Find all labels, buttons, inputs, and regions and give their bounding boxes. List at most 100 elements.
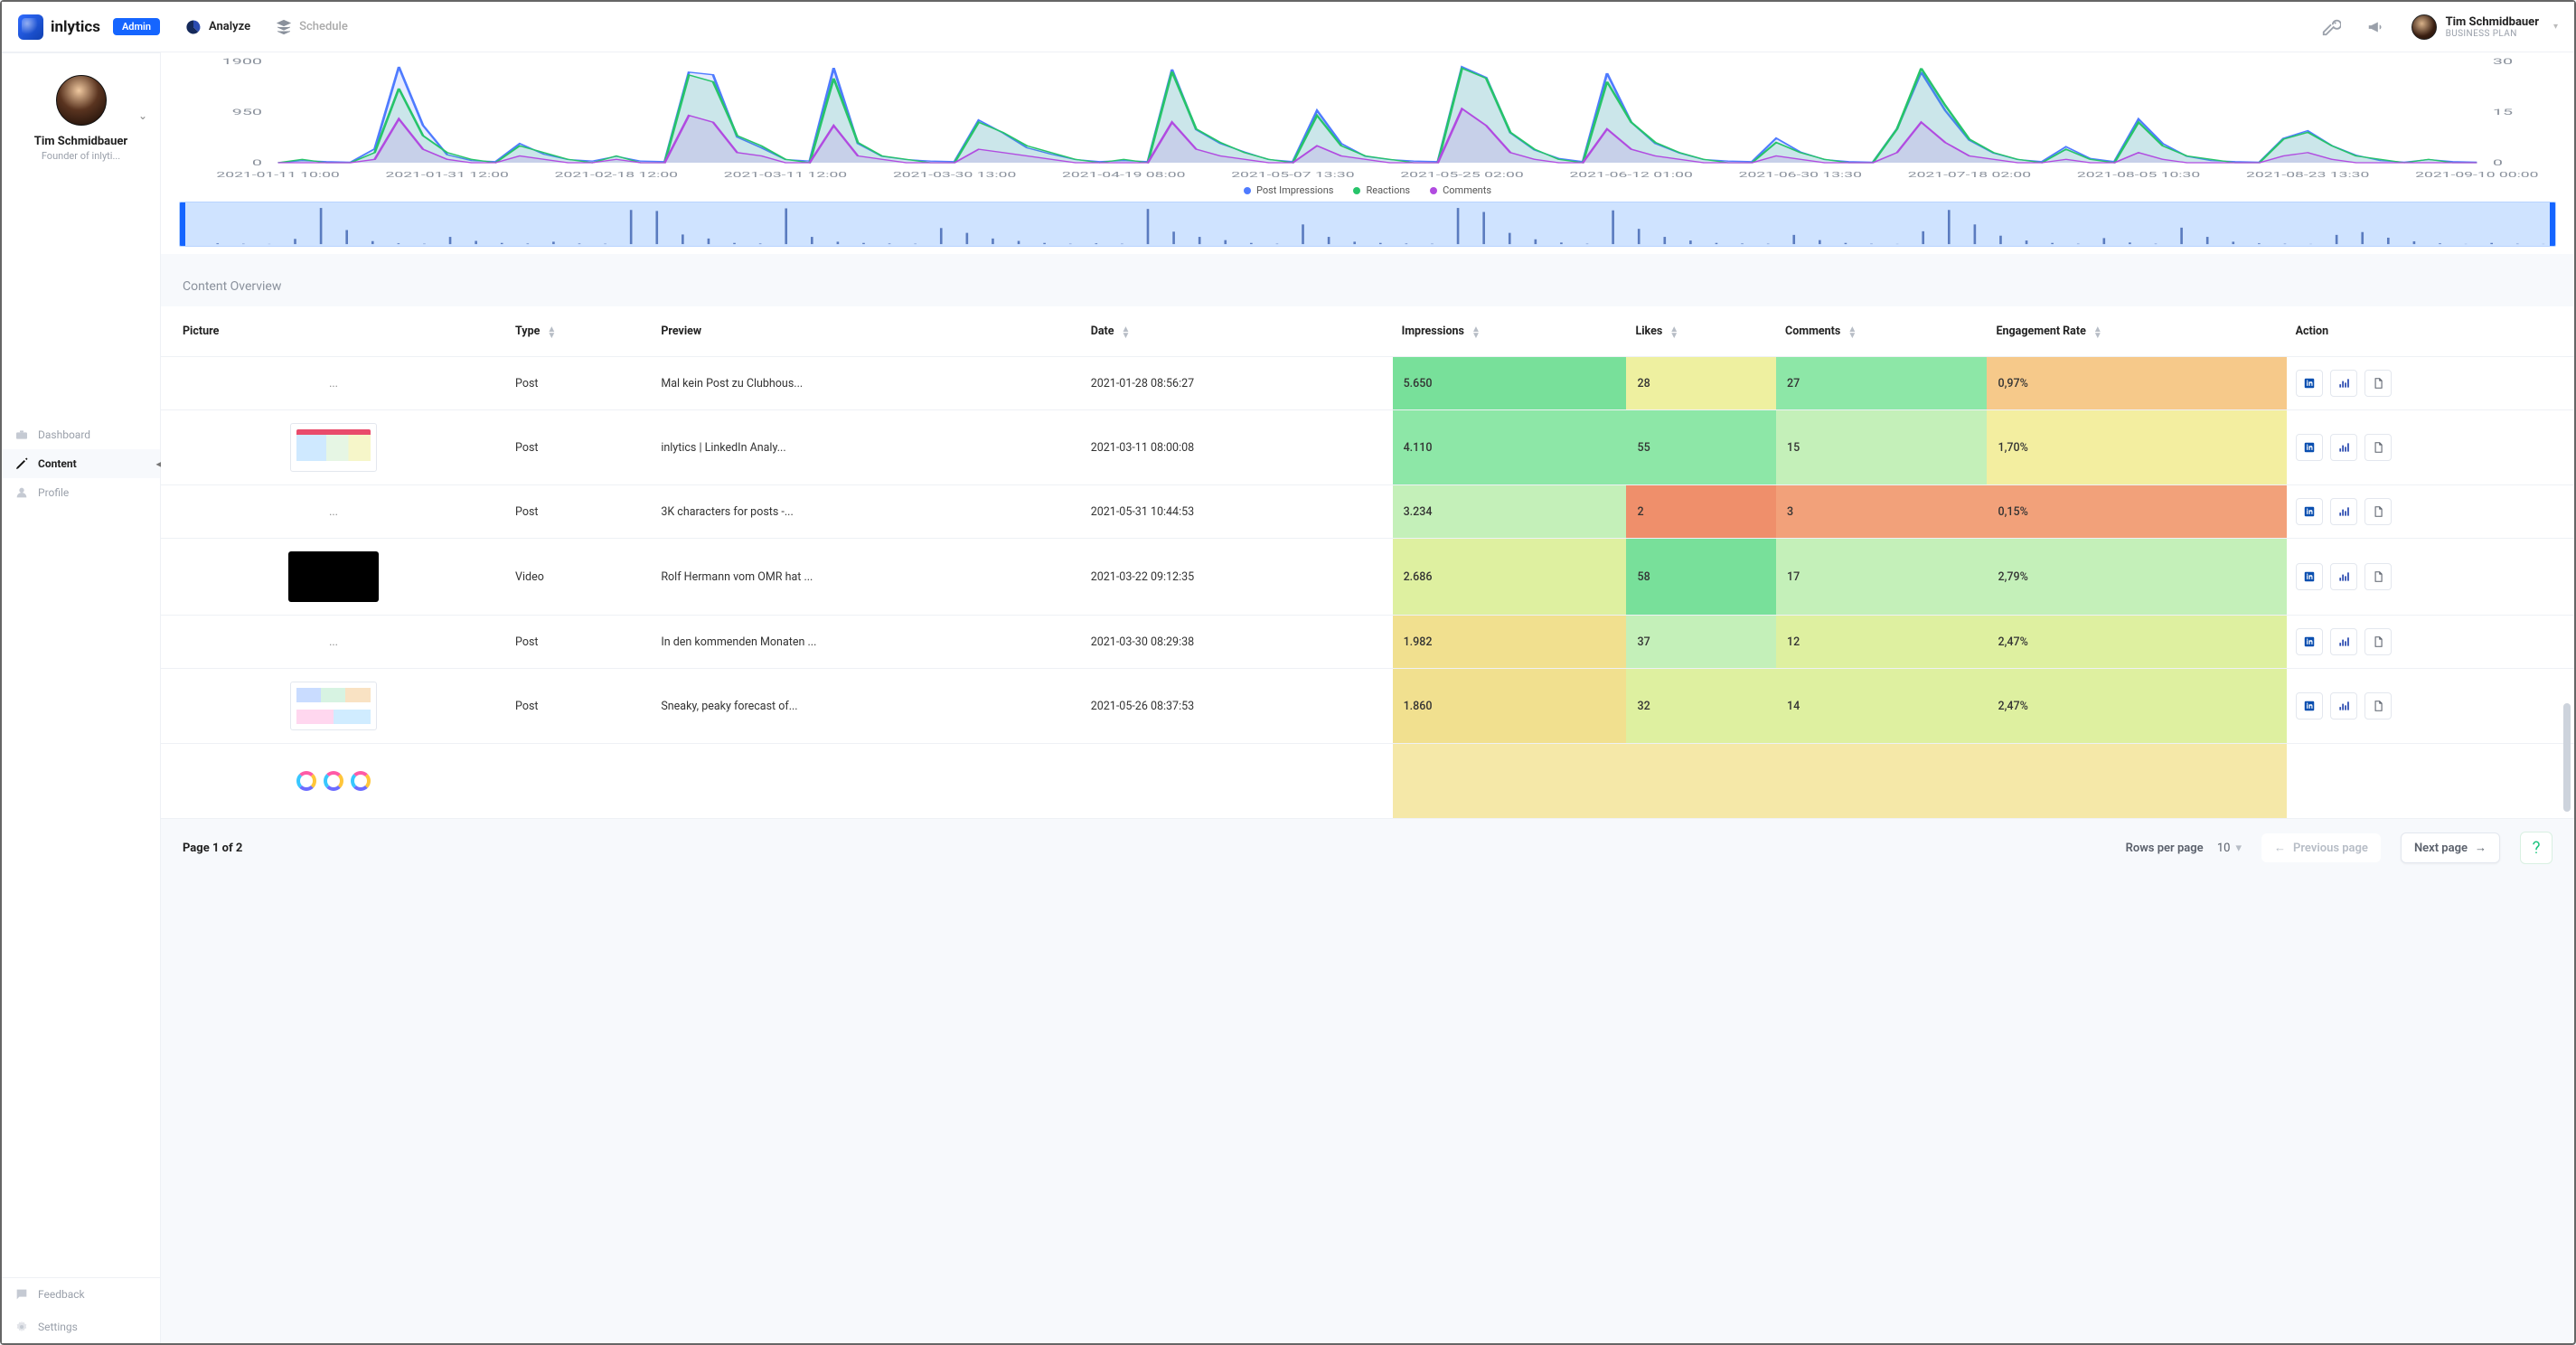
stats-button[interactable]	[2330, 434, 2357, 461]
cell-likes: 32	[1626, 669, 1776, 744]
table-row[interactable]: VideoRolf Hermann vom OMR hat ...2021-03…	[161, 539, 2574, 616]
key-icon[interactable]	[2321, 17, 2341, 37]
range-minimap	[180, 202, 2555, 246]
sidebar-label: Settings	[38, 1321, 78, 1333]
th-engagement[interactable]: Engagement Rate	[1987, 306, 2286, 357]
cell-likes: 55	[1626, 410, 1776, 485]
cell-type: Post	[506, 410, 652, 485]
timeline-chart: 09501900015302021-01-11 10:002021-01-31 …	[161, 52, 2574, 254]
scrollbar[interactable]	[2563, 107, 2571, 1334]
main: 09501900015302021-01-11 10:002021-01-31 …	[161, 52, 2574, 1343]
user-menu[interactable]: Tim Schmidbauer BUSINESS PLAN ▾	[2411, 14, 2558, 40]
sidebar-item-dashboard[interactable]: Dashboard	[2, 420, 160, 449]
cell-date: 2021-03-30 08:29:38	[1082, 616, 1393, 669]
help-button[interactable]	[2520, 832, 2552, 864]
sort-icon[interactable]	[1122, 326, 1131, 339]
stats-button[interactable]	[2330, 563, 2357, 590]
th-date[interactable]: Date	[1082, 306, 1393, 357]
legend-comments[interactable]: Comments	[1430, 184, 1491, 196]
scrollbar-thumb[interactable]	[2563, 703, 2571, 812]
stats-button[interactable]	[2330, 628, 2357, 655]
stats-button[interactable]	[2330, 370, 2357, 397]
linkedin-button[interactable]	[2296, 563, 2323, 590]
svg-text:2021-08-05 10:30: 2021-08-05 10:30	[2077, 171, 2200, 179]
sidebar-item-content[interactable]: Content	[2, 449, 160, 478]
cell-date: 2021-05-31 10:44:53	[1082, 485, 1393, 539]
cell-date: 2021-03-11 08:00:08	[1082, 410, 1393, 485]
table-row[interactable]: Postinlytics | LinkedIn Analy...2021-03-…	[161, 410, 2574, 485]
file-button[interactable]	[2364, 628, 2392, 655]
th-type[interactable]: Type	[506, 306, 652, 357]
svg-text:2021-07-18 02:00: 2021-07-18 02:00	[1908, 171, 2031, 179]
svg-text:2021-02-18 12:00: 2021-02-18 12:00	[555, 171, 678, 179]
cell-impressions: 3.234	[1393, 485, 1627, 539]
cell-engagement: 2,47%	[1987, 616, 2286, 669]
legend-impressions[interactable]: Post Impressions	[1244, 184, 1333, 196]
chart-canvas[interactable]: 09501900015302021-01-11 10:002021-01-31 …	[179, 56, 2556, 183]
table-row[interactable]: ...PostIn den kommenden Monaten ...2021-…	[161, 616, 2574, 669]
th-comments[interactable]: Comments	[1776, 306, 1987, 357]
table-row[interactable]: ...PostMal kein Post zu Clubhous...2021-…	[161, 357, 2574, 410]
file-button[interactable]	[2364, 370, 2392, 397]
sort-icon[interactable]	[1847, 326, 1857, 339]
linkedin-button[interactable]	[2296, 370, 2323, 397]
legend-reactions[interactable]: Reactions	[1353, 184, 1410, 196]
table-row[interactable]: PostSneaky, peaky forecast of...2021-05-…	[161, 669, 2574, 744]
cell-comments: 27	[1776, 357, 1987, 410]
cell-picture: ...	[161, 357, 506, 410]
cell-likes: 28	[1626, 357, 1776, 410]
next-page-button[interactable]: Next page →	[2401, 832, 2500, 863]
stats-button[interactable]	[2330, 692, 2357, 720]
profile-switcher[interactable]: Tim Schmidbauer Founder of inlyti... ⌄	[2, 53, 160, 176]
user-name: Tim Schmidbauer	[2446, 15, 2539, 29]
user-icon	[14, 485, 29, 500]
page-status: Page 1 of 2	[183, 842, 242, 855]
file-button[interactable]	[2364, 498, 2392, 525]
svg-text:2021-06-12 01:00: 2021-06-12 01:00	[1569, 171, 1692, 179]
prev-page-button[interactable]: ← Previous page	[2261, 833, 2381, 862]
linkedin-button[interactable]	[2296, 498, 2323, 525]
cell-action	[2287, 357, 2574, 410]
cell-action	[2287, 669, 2574, 744]
linkedin-button[interactable]	[2296, 692, 2323, 720]
th-action: Action	[2287, 306, 2574, 357]
linkedin-button[interactable]	[2296, 628, 2323, 655]
sidebar-item-settings[interactable]: Settings	[2, 1311, 160, 1343]
sidebar-item-feedback[interactable]: Feedback	[2, 1278, 160, 1311]
stats-button[interactable]	[2330, 498, 2357, 525]
sidebar-item-profile[interactable]: Profile	[2, 478, 160, 507]
table-row[interactable]: ...Post3K characters for posts -...2021-…	[161, 485, 2574, 539]
chat-icon	[14, 1287, 29, 1302]
cell-picture	[161, 539, 506, 616]
schedule-icon	[276, 19, 292, 35]
brand[interactable]: inlytics	[18, 14, 100, 40]
sort-icon[interactable]	[547, 326, 556, 339]
th-impressions[interactable]: Impressions	[1393, 306, 1627, 357]
file-button[interactable]	[2364, 434, 2392, 461]
table-row[interactable]	[161, 744, 2574, 819]
nav-analyze[interactable]: Analyze	[185, 19, 250, 35]
sidebar-label: Content	[38, 457, 77, 470]
cell-engagement: 2,79%	[1987, 539, 2286, 616]
cell-action	[2287, 539, 2574, 616]
svg-text:1900: 1900	[222, 57, 262, 67]
admin-badge[interactable]: Admin	[113, 18, 160, 35]
linkedin-button[interactable]	[2296, 434, 2323, 461]
nav-schedule[interactable]: Schedule	[276, 19, 348, 35]
file-button[interactable]	[2364, 563, 2392, 590]
sort-icon[interactable]	[1471, 326, 1481, 339]
thumbnail-icon	[290, 423, 377, 472]
cell-impressions: 1.860	[1393, 669, 1627, 744]
rpp-select[interactable]: 10 ▾	[2217, 842, 2242, 855]
cell-date: 2021-03-22 09:12:35	[1082, 539, 1393, 616]
range-selector[interactable]	[179, 202, 2556, 247]
th-likes[interactable]: Likes	[1626, 306, 1776, 357]
cell-comments: 14	[1776, 669, 1987, 744]
sidebar-label: Profile	[38, 486, 69, 499]
svg-text:2021-04-19 08:00: 2021-04-19 08:00	[1062, 171, 1185, 179]
file-button[interactable]	[2364, 692, 2392, 720]
sort-icon[interactable]	[1669, 326, 1678, 339]
cell-preview: Sneaky, peaky forecast of...	[652, 669, 1081, 744]
megaphone-icon[interactable]	[2366, 17, 2386, 37]
sort-icon[interactable]	[2093, 326, 2102, 339]
